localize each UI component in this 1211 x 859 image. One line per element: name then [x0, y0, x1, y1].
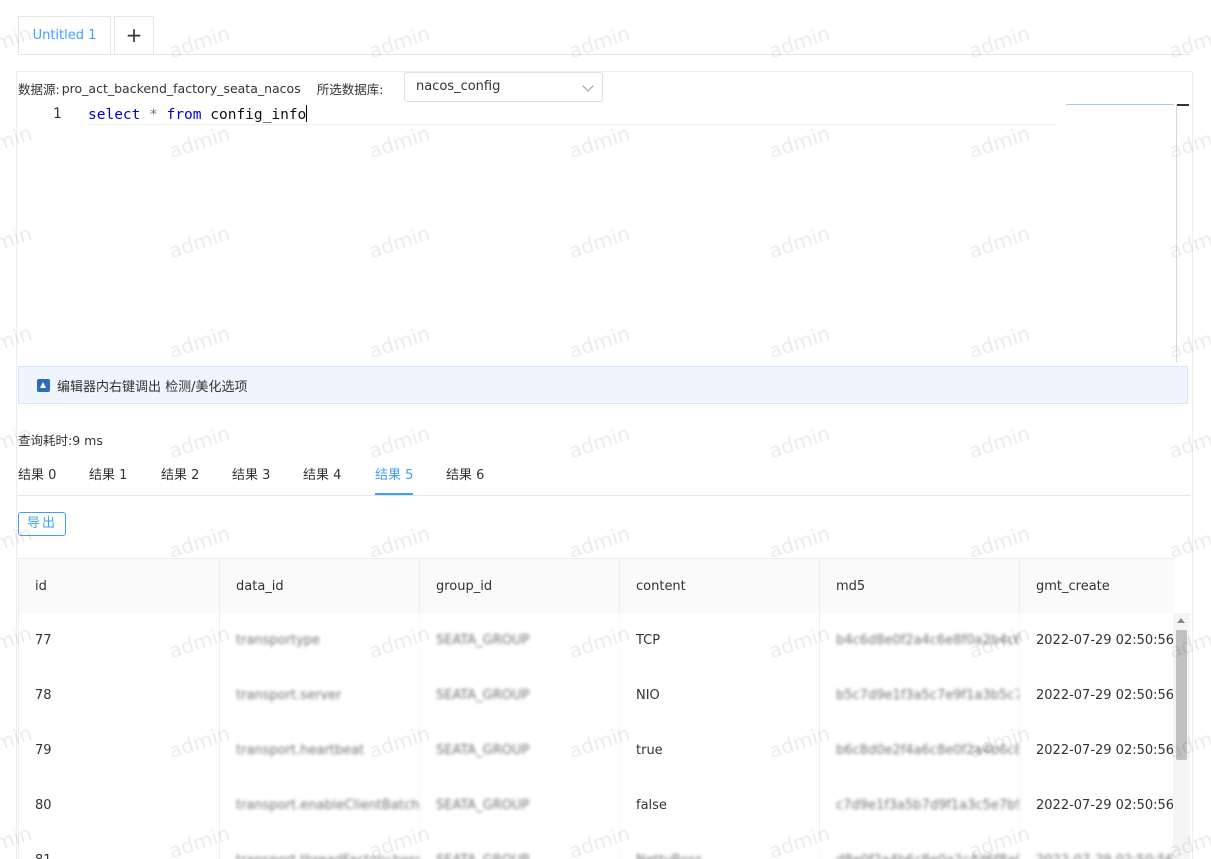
cell-content: true — [620, 723, 820, 778]
code-identifier: config_info — [210, 107, 307, 123]
cell-md5: b5c7d9e1f3a5c7e9f1a3b5c7… — [820, 668, 1020, 723]
cell-group-id: SEATA_GROUP — [420, 613, 620, 668]
column-header-id[interactable]: id — [19, 559, 220, 614]
cell-group-id: SEATA_GROUP — [420, 668, 620, 723]
cell-gmt-create: 2022-07-29 02:50:56 — [1036, 688, 1174, 703]
cell-group-id: SEATA_GROUP — [420, 778, 620, 833]
add-tab-button[interactable]: + — [114, 16, 154, 54]
tab-result-5[interactable]: 结果 5 — [375, 464, 414, 495]
code-line[interactable]: select * from config_info — [88, 104, 1056, 125]
caret-up-icon[interactable] — [37, 378, 50, 392]
cell-id: 79 — [19, 723, 220, 778]
cell-data-id: transport.heartbeat — [220, 723, 420, 778]
column-header-content[interactable]: content — [620, 559, 820, 614]
editor-overview-ruler-mark — [1177, 104, 1189, 106]
cell-content: NIO — [620, 668, 820, 723]
cell-data-id: transport.threadFactory.boss — [220, 833, 420, 859]
table-row[interactable]: 78 transport.server SEATA_GROUP NIO b5c7… — [19, 668, 1174, 724]
code-keyword-select: select — [88, 107, 141, 123]
cell-data-id: transportype — [220, 613, 420, 668]
datasource-row: 数据源: pro_act_backend_factory_seata_nacos… — [18, 72, 383, 104]
editor-scrollbar[interactable] — [1176, 104, 1177, 362]
cell-id: 80 — [19, 778, 220, 833]
code-keyword-from: from — [166, 107, 202, 123]
scrollbar-thumb[interactable] — [1176, 630, 1187, 760]
cell-md5: c7d9e1f3a5b7d9f1a3c5e7b9… — [820, 778, 1020, 833]
query-time: 查询耗时:9 ms — [18, 433, 103, 448]
page: Untitled 1 + 数据源: pro_act_backend_factor… — [0, 0, 1211, 859]
tab-result-0[interactable]: 结果 0 — [18, 464, 56, 494]
chevron-down-icon — [582, 80, 594, 92]
table-row[interactable]: 80 transport.enableClientBatchS… SEATA_G… — [19, 778, 1174, 834]
tab-result-1[interactable]: 结果 1 — [89, 464, 127, 494]
cell-group-id: SEATA_GROUP — [420, 833, 620, 859]
cell-md5: b6c8d0e2f4a6c8e0f2a4b6c8… — [820, 723, 1020, 778]
datasource-label: 数据源: — [18, 81, 60, 97]
table-row[interactable]: 81 transport.threadFactory.boss SEATA_GR… — [19, 833, 1174, 859]
minimap-highlight — [1066, 104, 1174, 105]
cell-gmt-create: 2022-07-29 02:50:56 — [1020, 833, 1174, 859]
tip-text: 编辑器内右键调出 检测/美化选项 — [57, 379, 248, 395]
tab-result-4[interactable]: 结果 4 — [303, 464, 341, 494]
editor-tab-bar: Untitled 1 + — [18, 14, 1190, 55]
cell-md5: d8e0f2a4b6c8e0a2c4d6f8a0… — [820, 833, 1020, 859]
cell-md5: b4c6d8e0f2a4c6e8f0a2b4c6… — [820, 613, 1020, 668]
cell-id: 77 — [19, 613, 220, 668]
database-select-value: nacos_config — [416, 79, 501, 94]
cell-id: 81 — [19, 833, 220, 859]
datasource-name: pro_act_backend_factory_seata_nacos — [61, 80, 301, 96]
cell-group-id: SEATA_GROUP — [420, 723, 620, 778]
tab-result-3[interactable]: 结果 3 — [232, 464, 270, 494]
result-tabs: 结果 0 结果 1 结果 2 结果 3 结果 4 结果 5 结果 6 — [18, 460, 1190, 496]
cell-id: 78 — [19, 668, 220, 723]
cell-gmt-create: 2022-07-29 02:50:56 — [1036, 633, 1174, 648]
column-header-gmt-create[interactable]: gmt_create — [1020, 559, 1174, 614]
tab-result-2[interactable]: 结果 2 — [161, 464, 199, 494]
table-row[interactable]: 79 transport.heartbeat SEATA_GROUP true … — [19, 723, 1174, 779]
database-select[interactable]: nacos_config — [404, 72, 603, 102]
table-row[interactable]: 77 transportype SEATA_GROUP TCP b4c6d8e0… — [19, 613, 1174, 669]
cell-data-id: transport.server — [220, 668, 420, 723]
cell-content: false — [620, 778, 820, 833]
database-label: 所选数据库: — [316, 81, 384, 97]
cell-gmt-create: 2022-07-29 02:50:56 — [1036, 743, 1174, 758]
scroll-up-icon[interactable] — [1177, 618, 1185, 623]
column-header-group-id[interactable]: group_id — [420, 559, 620, 614]
cell-content: TCP — [620, 613, 820, 668]
cell-gmt-create: 2022-07-29 02:50:56 — [1036, 798, 1174, 813]
table-scrollbar[interactable] — [1173, 613, 1190, 859]
result-table: id data_id group_id content md5 gmt_crea… — [18, 558, 1174, 859]
column-header-md5[interactable]: md5 — [820, 559, 1020, 614]
text-cursor — [306, 105, 308, 122]
cell-content: NettyBoss — [620, 833, 820, 859]
export-button[interactable]: 导出 — [18, 512, 66, 536]
sql-editor[interactable]: 1 select * from config_info — [18, 104, 1190, 362]
tab-untitled-1[interactable]: Untitled 1 — [18, 16, 111, 54]
column-header-data-id[interactable]: data_id — [220, 559, 420, 614]
tab-result-6[interactable]: 结果 6 — [446, 464, 484, 494]
line-number: 1 — [53, 106, 62, 122]
table-header: id data_id group_id content md5 gmt_crea… — [19, 558, 1174, 615]
code-operator: * — [149, 107, 158, 123]
cell-data-id: transport.enableClientBatchS… — [220, 778, 420, 833]
editor-tip-bar: 编辑器内右键调出 检测/美化选项 — [18, 366, 1188, 404]
